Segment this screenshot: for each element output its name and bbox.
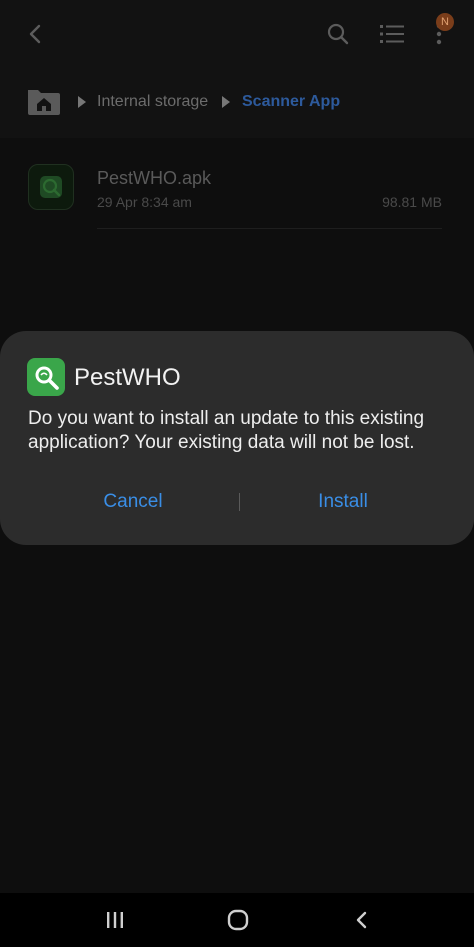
home-circle-icon (227, 909, 249, 931)
magnifier-icon (35, 366, 59, 390)
list-item[interactable]: PestWHO.apk 29 Apr 8:34 am 98.81 MB (0, 156, 474, 236)
search-icon (327, 23, 349, 45)
breadcrumb: Internal storage Scanner App (0, 66, 474, 138)
breadcrumb-arrow-icon (78, 96, 86, 108)
nav-back-button[interactable] (342, 903, 382, 937)
top-app-bar: N (0, 0, 474, 66)
screen: N Internal storage Scanner App PestWHO.a… (0, 0, 474, 947)
install-button[interactable]: Install (268, 489, 418, 515)
file-size: 98.81 MB (382, 194, 442, 210)
search-button[interactable] (318, 14, 358, 54)
home-folder-icon (28, 90, 60, 115)
home-button[interactable] (218, 903, 258, 937)
apk-file-icon (28, 164, 74, 210)
home-folder-button[interactable] (26, 86, 62, 116)
dialog-message: Do you want to install an update to this… (28, 408, 425, 453)
install-dialog: PestWHO Do you want to install an update… (0, 331, 474, 545)
breadcrumb-arrow-icon (222, 96, 230, 108)
pestwho-app-icon (27, 358, 65, 396)
notification-badge: N (436, 13, 454, 31)
system-nav-bar (0, 893, 474, 947)
file-name: PestWHO.apk (97, 168, 212, 188)
list-view-icon (380, 25, 404, 43)
recents-icon (107, 912, 123, 928)
dialog-title: PestWHO (74, 364, 181, 391)
file-date: 29 Apr 8:34 am (97, 194, 192, 210)
back-chevron-icon (356, 911, 367, 929)
button-divider (239, 493, 240, 511)
back-button[interactable] (16, 14, 56, 54)
breadcrumb-internal-storage[interactable]: Internal storage (97, 93, 208, 111)
list-view-button[interactable] (372, 14, 412, 54)
breadcrumb-scanner-app[interactable]: Scanner App (242, 93, 340, 111)
divider (97, 228, 442, 229)
recents-button[interactable] (95, 903, 135, 937)
magnifier-app-icon (40, 176, 62, 198)
cancel-button[interactable]: Cancel (58, 489, 208, 515)
chevron-left-icon (29, 24, 41, 44)
